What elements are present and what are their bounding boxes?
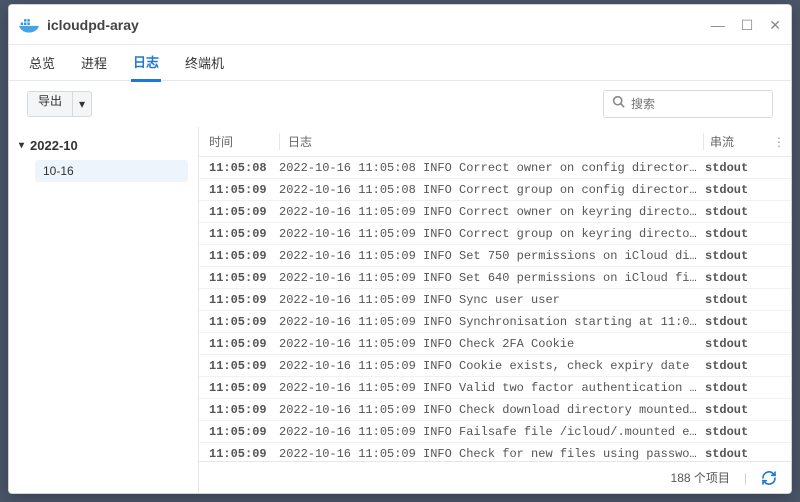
tabbar: 总览 进程 日志 终端机 <box>9 45 791 81</box>
cell-log: 2022-10-16 11:05:09 INFO Cookie exists, … <box>279 359 705 373</box>
col-log[interactable]: 日志 <box>279 133 703 150</box>
tab-overview[interactable]: 总览 <box>27 45 57 80</box>
cell-time: 11:05:09 <box>209 315 279 329</box>
cell-log: 2022-10-16 11:05:09 INFO Sync user user <box>279 293 705 307</box>
cell-time: 11:05:09 <box>209 337 279 351</box>
search-icon <box>612 95 625 113</box>
maximize-button[interactable]: ☐ <box>741 18 754 32</box>
cell-stream: stdout <box>705 403 791 417</box>
table-row[interactable]: 11:05:092022-10-16 11:05:09 INFO Check f… <box>199 443 791 461</box>
app-window: icloudpd-aray — ☐ ✕ 总览 进程 日志 终端机 导出 ▾ <box>8 4 792 494</box>
cell-stream: stdout <box>705 227 791 241</box>
cell-log: 2022-10-16 11:05:09 INFO Correct owner o… <box>279 205 705 219</box>
tab-terminal[interactable]: 终端机 <box>183 45 226 80</box>
refresh-button[interactable] <box>761 470 777 486</box>
cell-stream: stdout <box>705 161 791 175</box>
tab-logs[interactable]: 日志 <box>131 44 161 82</box>
col-time[interactable]: 时间 <box>209 133 279 150</box>
divider: | <box>744 471 747 485</box>
cell-log: 2022-10-16 11:05:09 INFO Check download … <box>279 403 705 417</box>
chevron-down-icon: ▾ <box>19 140 24 151</box>
export-button-group: 导出 ▾ <box>27 91 92 117</box>
cell-log: 2022-10-16 11:05:09 INFO Set 750 permiss… <box>279 249 705 263</box>
cell-time: 11:05:09 <box>209 249 279 263</box>
cell-time: 11:05:09 <box>209 359 279 373</box>
cell-stream: stdout <box>705 183 791 197</box>
sidebar-folder-label: 2022-10 <box>30 138 78 153</box>
cell-log: 2022-10-16 11:05:09 INFO Failsafe file /… <box>279 425 705 439</box>
chevron-down-icon: ▾ <box>79 97 85 111</box>
table-row[interactable]: 11:05:092022-10-16 11:05:09 INFO Correct… <box>199 223 791 245</box>
export-dropdown[interactable]: ▾ <box>73 91 92 117</box>
cell-log: 2022-10-16 11:05:09 INFO Set 640 permiss… <box>279 271 705 285</box>
close-button[interactable]: ✕ <box>769 18 781 32</box>
cell-time: 11:05:09 <box>209 183 279 197</box>
table-row[interactable]: 11:05:092022-10-16 11:05:09 INFO Failsaf… <box>199 421 791 443</box>
cell-log: 2022-10-16 11:05:09 INFO Valid two facto… <box>279 381 705 395</box>
sidebar-folder[interactable]: ▾ 2022-10 <box>19 135 188 156</box>
cell-log: 2022-10-16 11:05:09 INFO Synchronisation… <box>279 315 705 329</box>
table-header: 时间 日志 串流 ⋮ <box>199 127 791 157</box>
cell-log: 2022-10-16 11:05:08 INFO Correct group o… <box>279 183 705 197</box>
cell-log: 2022-10-16 11:05:08 INFO Correct owner o… <box>279 161 705 175</box>
cell-stream: stdout <box>705 359 791 373</box>
cell-log: 2022-10-16 11:05:09 INFO Check for new f… <box>279 447 705 461</box>
window-title: icloudpd-aray <box>47 17 711 33</box>
sidebar-item[interactable]: 10-16 <box>35 160 188 182</box>
cell-stream: stdout <box>705 293 791 307</box>
minimize-button[interactable]: — <box>711 18 725 32</box>
cell-stream: stdout <box>705 447 791 461</box>
cell-stream: stdout <box>705 337 791 351</box>
titlebar: icloudpd-aray — ☐ ✕ <box>9 5 791 45</box>
table-row[interactable]: 11:05:092022-10-16 11:05:09 INFO Sync us… <box>199 289 791 311</box>
col-stream[interactable]: 串流 <box>703 133 767 150</box>
cell-time: 11:05:09 <box>209 271 279 285</box>
cell-time: 11:05:09 <box>209 425 279 439</box>
table-row[interactable]: 11:05:092022-10-16 11:05:09 INFO Synchro… <box>199 311 791 333</box>
cell-time: 11:05:09 <box>209 381 279 395</box>
cell-time: 11:05:09 <box>209 205 279 219</box>
cell-time: 11:05:09 <box>209 403 279 417</box>
search-input[interactable] <box>631 97 764 111</box>
cell-stream: stdout <box>705 425 791 439</box>
table-row[interactable]: 11:05:092022-10-16 11:05:09 INFO Set 750… <box>199 245 791 267</box>
table-row[interactable]: 11:05:092022-10-16 11:05:09 INFO Cookie … <box>199 355 791 377</box>
sidebar: ▾ 2022-10 10-16 <box>9 127 199 493</box>
log-panel: 时间 日志 串流 ⋮ 11:05:082022-10-16 11:05:08 I… <box>199 127 791 493</box>
cell-stream: stdout <box>705 381 791 395</box>
tab-process[interactable]: 进程 <box>79 45 109 80</box>
cell-time: 11:05:09 <box>209 293 279 307</box>
table-body[interactable]: 11:05:082022-10-16 11:05:08 INFO Correct… <box>199 157 791 461</box>
cell-stream: stdout <box>705 249 791 263</box>
cell-time: 11:05:09 <box>209 447 279 461</box>
cell-log: 2022-10-16 11:05:09 INFO Correct group o… <box>279 227 705 241</box>
table-row[interactable]: 11:05:092022-10-16 11:05:09 INFO Check d… <box>199 399 791 421</box>
col-menu-icon[interactable]: ⋮ <box>767 135 791 149</box>
toolbar: 导出 ▾ <box>9 81 791 127</box>
cell-time: 11:05:09 <box>209 227 279 241</box>
cell-stream: stdout <box>705 315 791 329</box>
cell-stream: stdout <box>705 271 791 285</box>
table-row[interactable]: 11:05:092022-10-16 11:05:09 INFO Valid t… <box>199 377 791 399</box>
window-controls: — ☐ ✕ <box>711 18 781 32</box>
table-row[interactable]: 11:05:092022-10-16 11:05:09 INFO Correct… <box>199 201 791 223</box>
docker-icon <box>19 17 39 33</box>
table-row[interactable]: 11:05:092022-10-16 11:05:08 INFO Correct… <box>199 179 791 201</box>
cell-time: 11:05:08 <box>209 161 279 175</box>
item-count: 188 个项目 <box>671 469 730 486</box>
content-body: ▾ 2022-10 10-16 时间 日志 串流 ⋮ 11:05:082022-… <box>9 127 791 493</box>
cell-stream: stdout <box>705 205 791 219</box>
table-row[interactable]: 11:05:082022-10-16 11:05:08 INFO Correct… <box>199 157 791 179</box>
statusbar: 188 个项目 | <box>199 461 791 493</box>
search-box[interactable] <box>603 90 773 118</box>
export-button[interactable]: 导出 <box>27 91 73 117</box>
table-row[interactable]: 11:05:092022-10-16 11:05:09 INFO Check 2… <box>199 333 791 355</box>
cell-log: 2022-10-16 11:05:09 INFO Check 2FA Cooki… <box>279 337 705 351</box>
table-row[interactable]: 11:05:092022-10-16 11:05:09 INFO Set 640… <box>199 267 791 289</box>
